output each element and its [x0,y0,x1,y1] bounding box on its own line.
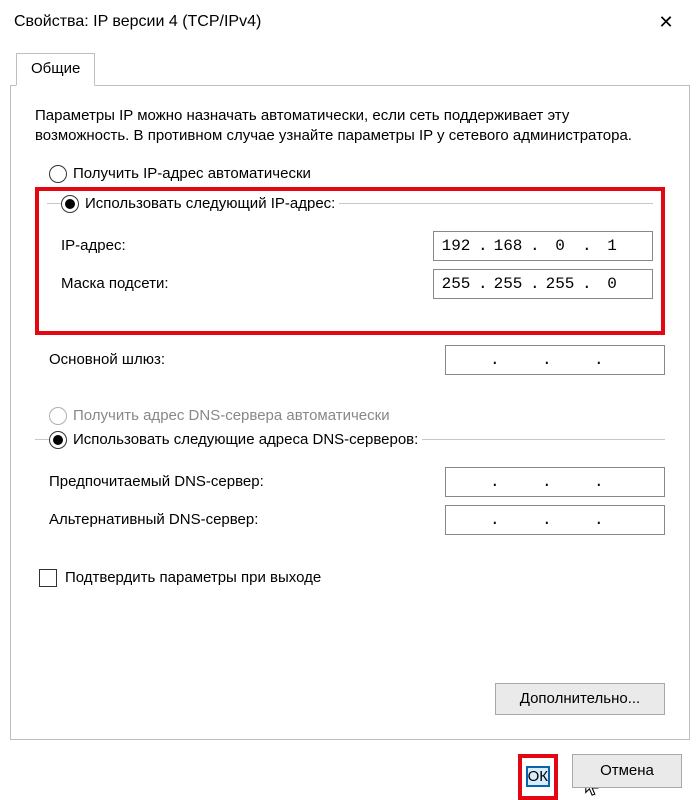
dns-preferred-input[interactable]: . . . [445,467,665,497]
field-dns-alternate: Альтернативный DNS-сервер: . . . [49,505,665,535]
gateway-label: Основной шлюз: [49,351,445,368]
subnet-mask-label: Маска подсети: [61,275,433,292]
ok-button-label: ОК [528,768,548,785]
radio-ip-auto[interactable]: Получить IP-адрес автоматически [49,165,665,183]
ip-octet[interactable]: 0 [590,275,634,293]
ip-octet[interactable]: 192 [434,237,478,255]
radio-ip-auto-label: Получить IP-адрес автоматически [73,165,311,182]
close-icon[interactable]: ✕ [646,7,686,37]
validate-checkbox-label: Подтвердить параметры при выходе [65,569,321,586]
radio-ip-manual[interactable]: Использовать следующий IP-адрес: [61,195,335,213]
validate-checkbox-row[interactable]: Подтвердить параметры при выходе [39,569,665,587]
ip-octet[interactable]: 255 [486,275,530,293]
dns-manual-group: Использовать следующие адреса DNS-сервер… [35,431,665,543]
ip-octet[interactable]: 0 [538,237,582,255]
ip-octet[interactable]: 255 [434,275,478,293]
field-dns-preferred: Предпочитаемый DNS-сервер: . . . [49,467,665,497]
ip-address-input[interactable]: 192. 168. 0. 1 [433,231,653,261]
cancel-button[interactable]: Отмена [572,754,682,788]
radio-icon [49,431,67,449]
gateway-input[interactable]: . . . [445,345,665,375]
ip-address-label: IP-адрес: [61,237,433,254]
ip-manual-highlight: Использовать следующий IP-адрес: IP-адре… [35,187,665,335]
radio-dns-manual-label: Использовать следующие адреса DNS-сервер… [73,431,418,448]
dns-alternate-input[interactable]: . . . [445,505,665,535]
field-ip-address: IP-адрес: 192. 168. 0. 1 [61,231,653,261]
general-panel: Параметры IP можно назначать автоматичес… [10,86,690,740]
radio-dns-auto: Получить адрес DNS-сервера автоматически [49,407,665,425]
tab-strip: Общие [10,52,690,86]
ok-highlight: ОК [518,754,558,800]
field-gateway: Основной шлюз: . . . [49,345,665,375]
radio-dns-manual[interactable]: Использовать следующие адреса DNS-сервер… [49,431,418,449]
dns-alternate-label: Альтернативный DNS-сервер: [49,511,445,528]
radio-icon [49,407,67,425]
radio-icon [49,165,67,183]
radio-icon [61,195,79,213]
ip-octet[interactable]: 168 [486,237,530,255]
advanced-button[interactable]: Дополнительно... [495,683,665,715]
ip-manual-group: Использовать следующий IP-адрес: IP-адре… [47,195,653,307]
window-title: Свойства: IP версии 4 (TCP/IPv4) [14,13,261,31]
ip-octet[interactable]: 1 [590,237,634,255]
tab-general[interactable]: Общие [16,53,95,86]
ok-button[interactable]: ОК [526,766,550,787]
intro-text: Параметры IP можно назначать автоматичес… [35,106,665,147]
ip-octet[interactable]: 255 [538,275,582,293]
field-subnet-mask: Маска подсети: 255. 255. 255. 0 [61,269,653,299]
checkbox-icon[interactable] [39,569,57,587]
dns-preferred-label: Предпочитаемый DNS-сервер: [49,473,445,490]
dialog-buttons: ОК Отмена [0,740,700,800]
title-bar: Свойства: IP версии 4 (TCP/IPv4) ✕ [0,0,700,42]
subnet-mask-input[interactable]: 255. 255. 255. 0 [433,269,653,299]
radio-ip-manual-label: Использовать следующий IP-адрес: [85,195,335,212]
radio-dns-auto-label: Получить адрес DNS-сервера автоматически [73,407,390,424]
